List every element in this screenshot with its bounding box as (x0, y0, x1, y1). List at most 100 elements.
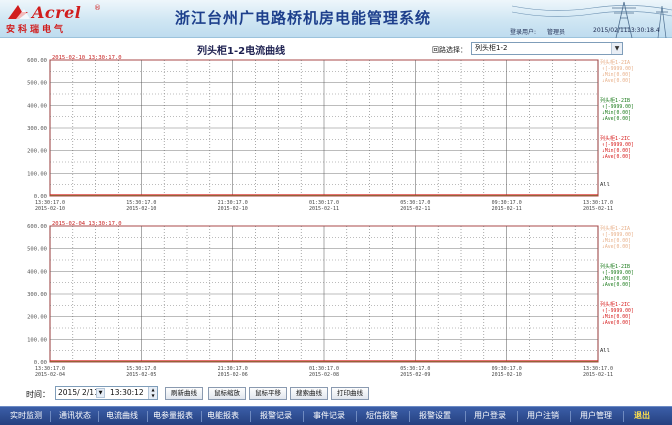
y-tick-label: 100.00 (27, 337, 47, 343)
user-label: 登录用户: (510, 29, 537, 36)
legend-series-avg: ↓Ave[0.00] (602, 320, 631, 326)
nav-user-login[interactable]: 用户登录 (474, 410, 506, 421)
x-tick-date: 2015-02-11 (400, 206, 430, 212)
time-value: 13:30:12 (110, 388, 144, 397)
mouse-zoom-button[interactable]: 鼠标缩放 (208, 387, 246, 400)
legend-series-name: 列头柜1-2IC (600, 135, 630, 142)
legend-series-max: ↑[-9999.00] (602, 270, 634, 276)
y-tick-label: 400.00 (27, 103, 47, 109)
current-chart-2[interactable]: 600.00500.00400.00300.00200.00100.000.00… (0, 218, 672, 382)
legend-series-avg: ↓Ave[0.00] (602, 282, 631, 288)
legend-series-avg: ↓Ave[0.00] (602, 78, 631, 84)
nav-divider (50, 411, 51, 422)
legend-series-min: ↓Min[0.00] (602, 72, 631, 78)
x-tick-date: 2015-02-05 (126, 372, 156, 378)
registered-mark: ® (94, 4, 101, 12)
legend-series-max: ↑[-9999.00] (602, 66, 634, 72)
search-curve-button[interactable]: 搜索曲线 (290, 387, 328, 400)
calendar-dropdown-icon[interactable]: ▼ (96, 388, 105, 398)
nav-divider (201, 411, 202, 422)
legend-all-label: All (600, 348, 610, 354)
mouse-pan-button[interactable]: 鼠标平移 (249, 387, 287, 400)
legend-series-min: ↓Min[0.00] (602, 314, 631, 320)
nav-current-curve[interactable]: 电流曲线 (106, 410, 138, 421)
y-tick-label: 600.00 (27, 224, 47, 230)
x-tick-date: 2015-02-11 (309, 206, 339, 212)
nav-electric-param-report[interactable]: 电参量报表 (153, 410, 193, 421)
y-tick-label: 300.00 (27, 126, 47, 132)
y-tick-label: 500.00 (27, 247, 47, 253)
spinner-icon[interactable]: ▲ ▼ (148, 387, 157, 399)
logo-subtitle: 安科瑞电气 (6, 25, 67, 35)
header-date: 2015/02/11 (593, 27, 628, 34)
nav-exit[interactable]: 退出 (634, 410, 650, 421)
legend-series-min: ↓Min[0.00] (602, 276, 631, 282)
print-curve-button[interactable]: 打印曲线 (331, 387, 369, 400)
legend-series-max: ↑[-9999.00] (602, 104, 634, 110)
legend-series-max: ↑[-9999.00] (602, 308, 634, 314)
nav-divider (356, 411, 357, 422)
app-window: Acrel ® 安科瑞电气 浙江台州广电路桥机房电能管理系统 登录用户: 管理员… (0, 0, 672, 425)
current-chart-1[interactable]: 600.00500.00400.00300.00200.00100.000.00… (0, 52, 672, 216)
nav-comm-status[interactable]: 通讯状态 (59, 410, 91, 421)
legend-series-avg: ↓Ave[0.00] (602, 116, 631, 122)
nav-divider (98, 411, 99, 422)
legend-series-min: ↓Min[0.00] (602, 238, 631, 244)
legend-series-name: 列头柜1-2IA (600, 59, 630, 66)
nav-divider (303, 411, 304, 422)
nav-alarm-settings[interactable]: 报警设置 (419, 410, 451, 421)
x-tick-date: 2015-02-04 (35, 372, 65, 378)
y-tick-label: 300.00 (27, 292, 47, 298)
chart-timestamp: 2015-02-10 13:30:17.0 (52, 55, 122, 61)
legend-series-min: ↓Min[0.00] (602, 148, 631, 154)
nav-divider (570, 411, 571, 422)
nav-divider (147, 411, 148, 422)
y-tick-label: 100.00 (27, 171, 47, 177)
y-tick-label: 500.00 (27, 81, 47, 87)
chart-timestamp: 2015-02-04 13:30:17.0 (52, 221, 122, 227)
legend-all-label: All (600, 182, 610, 188)
x-tick-date: 2015-02-11 (583, 372, 613, 378)
nav-divider (517, 411, 518, 422)
nav-alarm-records[interactable]: 报警记录 (260, 410, 292, 421)
x-tick-date: 2015-02-06 (218, 372, 248, 378)
bottom-nav: 实时监测 通讯状态 电流曲线 电参量报表 电能报表 报警记录 事件记录 短信报警… (0, 406, 672, 425)
nav-event-records[interactable]: 事件记录 (313, 410, 345, 421)
legend-series-name: 列头柜1-2IA (600, 225, 630, 232)
legend-series-min: ↓Min[0.00] (602, 110, 631, 116)
nav-divider (465, 411, 466, 422)
legend-series-max: ↑[-9999.00] (602, 142, 634, 148)
datetime-picker[interactable]: 2015/ 2/11 ▼ 13:30:12 ▲ ▼ (55, 386, 158, 400)
nav-divider (250, 411, 251, 422)
nav-divider (623, 411, 624, 422)
nav-sms-alarm[interactable]: 短信报警 (366, 410, 398, 421)
x-tick-date: 2015-02-08 (309, 372, 339, 378)
y-tick-label: 200.00 (27, 149, 47, 155)
user-name: 管理员 (547, 29, 566, 36)
x-tick-date: 2015-02-09 (400, 372, 430, 378)
system-title: 浙江台州广电路桥机房电能管理系统 (175, 9, 432, 27)
time-label: 时间： (26, 390, 50, 399)
nav-energy-report[interactable]: 电能报表 (207, 410, 239, 421)
nav-user-logout[interactable]: 用户注销 (527, 410, 559, 421)
refresh-curve-button[interactable]: 刷新曲线 (165, 387, 203, 400)
y-tick-label: 400.00 (27, 269, 47, 275)
date-value: 2015/ 2/11 (58, 388, 99, 397)
nav-realtime-monitor[interactable]: 实时监测 (10, 410, 42, 421)
company-logo: Acrel ® 安科瑞电气 (4, 3, 114, 35)
nav-divider (409, 411, 410, 422)
x-tick-date: 2015-02-10 (218, 206, 248, 212)
legend-series-avg: ↓Ave[0.00] (602, 154, 631, 160)
nav-user-management[interactable]: 用户管理 (580, 410, 612, 421)
logo-mark-icon (8, 5, 30, 19)
legend-series-name: 列头柜1-2IC (600, 301, 630, 308)
y-tick-label: 200.00 (27, 315, 47, 321)
x-tick-date: 2015-02-11 (583, 206, 613, 212)
legend-series-max: ↑[-9999.00] (602, 232, 634, 238)
circuit-select-value: 列头柜1-2 (475, 44, 508, 52)
x-tick-date: 2015-02-10 (126, 206, 156, 212)
legend-series-avg: ↓Ave[0.00] (602, 244, 631, 250)
header-banner: Acrel ® 安科瑞电气 浙江台州广电路桥机房电能管理系统 登录用户: 管理员… (0, 0, 672, 38)
y-tick-label: 600.00 (27, 58, 47, 64)
logo-brand: Acrel (32, 3, 82, 22)
